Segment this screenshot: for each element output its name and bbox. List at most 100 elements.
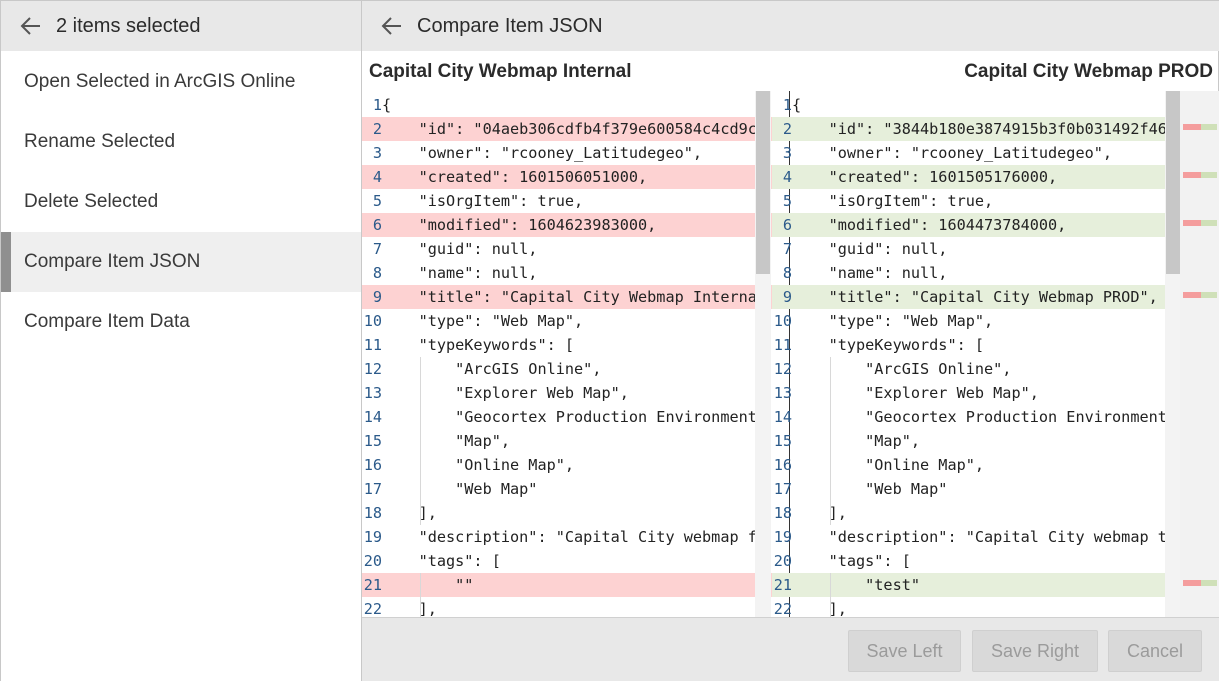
code-text: "created": 1601505176000,	[792, 168, 1058, 186]
line-number: 9	[372, 288, 382, 306]
line-number: 1	[372, 96, 382, 114]
left-code-line: 16 "Online Map",	[362, 453, 772, 477]
line-number: 1	[782, 96, 792, 114]
line-number: 15	[773, 432, 792, 450]
line-number: 17	[363, 480, 382, 498]
code-text: ],	[382, 504, 437, 522]
code-text: "tags": [	[382, 552, 501, 570]
menu-item-open-in-arcgis-online[interactable]: Open Selected in ArcGIS Online	[1, 52, 361, 112]
right-scrollbar[interactable]	[1165, 91, 1181, 617]
line-number: 22	[363, 600, 382, 617]
line-number: 19	[363, 528, 382, 546]
right-code-line: 21 "test"	[772, 573, 1180, 597]
sidebar-header: 2 items selected	[1, 1, 361, 51]
line-number: 4	[782, 168, 792, 186]
actions-menu: Open Selected in ArcGIS Online Rename Se…	[1, 52, 361, 352]
line-number: 16	[773, 456, 792, 474]
code-text: "Map",	[792, 432, 921, 450]
menu-item-compare-item-data[interactable]: Compare Item Data	[1, 292, 361, 352]
code-text: "modified": 1604623983000,	[382, 216, 657, 234]
code-text: "type": "Web Map",	[382, 312, 584, 330]
left-code-line: 17 "Web Map"	[362, 477, 772, 501]
right-code-line: 22 ],	[772, 597, 1180, 617]
code-text: "owner": "rcooney_Latitudegeo",	[792, 144, 1113, 162]
menu-item-delete-selected[interactable]: Delete Selected	[1, 172, 361, 232]
left-code-line: 4 "created": 1601506051000,	[362, 165, 772, 189]
left-code-line: 8 "name": null,	[362, 261, 772, 285]
right-code-line: 9 "title": "Capital City Webmap PROD",	[772, 285, 1180, 309]
line-number: 22	[773, 600, 792, 617]
selection-count-title: 2 items selected	[56, 14, 201, 37]
line-number: 4	[372, 168, 382, 186]
code-text: "title": "Capital City Webmap Interna	[382, 288, 757, 306]
code-text: "title": "Capital City Webmap PROD",	[792, 288, 1158, 306]
code-text: "guid": null,	[382, 240, 538, 258]
menu-item-rename-selected[interactable]: Rename Selected	[1, 112, 361, 172]
right-code-line: 15 "Map",	[772, 429, 1180, 453]
left-code-line: 22 ],	[362, 597, 772, 617]
left-code-line: 11 "typeKeywords": [	[362, 333, 772, 357]
diff-overview-ruler[interactable]	[1180, 91, 1219, 617]
code-text: "Geocortex Production Environment	[792, 408, 1167, 426]
code-text: "typeKeywords": [	[792, 336, 985, 354]
code-text: "name": null,	[382, 264, 538, 282]
left-scrollbar-thumb[interactable]	[756, 91, 770, 274]
sidebar-back-button[interactable]	[16, 11, 46, 41]
line-number: 17	[773, 480, 792, 498]
left-document-title: Capital City Webmap Internal	[369, 61, 632, 82]
code-text: "modified": 1604473784000,	[792, 216, 1067, 234]
code-text: "description": "Capital City webmap f	[382, 528, 757, 546]
cancel-button[interactable]: Cancel	[1108, 630, 1202, 672]
right-code-pane[interactable]: 1{2 "id": "3844b180e3874915b3f0b031492f4…	[772, 91, 1180, 617]
line-number: 21	[773, 576, 792, 594]
left-code-line: 6 "modified": 1604623983000,	[362, 213, 772, 237]
right-code-line: 13 "Explorer Web Map",	[772, 381, 1180, 405]
left-code-line: 3 "owner": "rcooney_Latitudegeo",	[362, 141, 772, 165]
code-text: "ArcGIS Online",	[792, 360, 1012, 378]
left-code-line: 7 "guid": null,	[362, 237, 772, 261]
code-text: "description": "Capital City webmap t	[792, 528, 1167, 546]
right-code-line: 20 "tags": [	[772, 549, 1180, 573]
line-number: 11	[363, 336, 382, 354]
left-code-line: 12 "ArcGIS Online",	[362, 357, 772, 381]
line-number: 20	[363, 552, 382, 570]
overview-deletion-mark	[1183, 220, 1201, 226]
document-titles: Capital City Webmap Internal Capital Cit…	[362, 51, 1219, 91]
indent-guide	[420, 573, 421, 617]
diff-editor[interactable]: 1{2 "id": "04aeb306cdfb4f379e600584c4cd9…	[362, 91, 1219, 617]
code-text: "name": null,	[792, 264, 948, 282]
code-text: "Geocortex Production Environment	[382, 408, 757, 426]
code-text: "isOrgItem": true,	[792, 192, 994, 210]
panel-back-button[interactable]	[377, 11, 407, 41]
right-code-line: 17 "Web Map"	[772, 477, 1180, 501]
line-number: 18	[363, 504, 382, 522]
menu-item-compare-item-json[interactable]: Compare Item JSON	[1, 232, 361, 292]
code-text: "tags": [	[792, 552, 911, 570]
line-number: 14	[773, 408, 792, 426]
code-text: "Online Map",	[382, 456, 575, 474]
right-code-line: 10 "type": "Web Map",	[772, 309, 1180, 333]
line-number: 12	[773, 360, 792, 378]
line-number: 2	[782, 120, 792, 138]
right-code-line: 7 "guid": null,	[772, 237, 1180, 261]
line-number: 13	[773, 384, 792, 402]
right-scrollbar-thumb[interactable]	[1166, 91, 1180, 274]
overview-deletion-mark	[1183, 124, 1201, 130]
panel-header: Compare Item JSON	[362, 1, 1219, 51]
left-code-pane[interactable]: 1{2 "id": "04aeb306cdfb4f379e600584c4cd9…	[362, 91, 772, 617]
line-number: 5	[372, 192, 382, 210]
indent-guide	[830, 573, 831, 617]
line-number: 14	[363, 408, 382, 426]
left-scrollbar[interactable]	[755, 91, 771, 617]
save-right-button[interactable]: Save Right	[972, 630, 1098, 672]
code-text: {	[382, 96, 392, 114]
right-code-line: 11 "typeKeywords": [	[772, 333, 1180, 357]
save-left-button[interactable]: Save Left	[848, 630, 961, 672]
code-text: "guid": null,	[792, 240, 948, 258]
line-number: 6	[782, 216, 792, 234]
line-number: 6	[372, 216, 382, 234]
arrow-left-icon	[20, 17, 40, 35]
code-text: ],	[792, 504, 847, 522]
line-number: 19	[773, 528, 792, 546]
line-number: 10	[773, 312, 792, 330]
